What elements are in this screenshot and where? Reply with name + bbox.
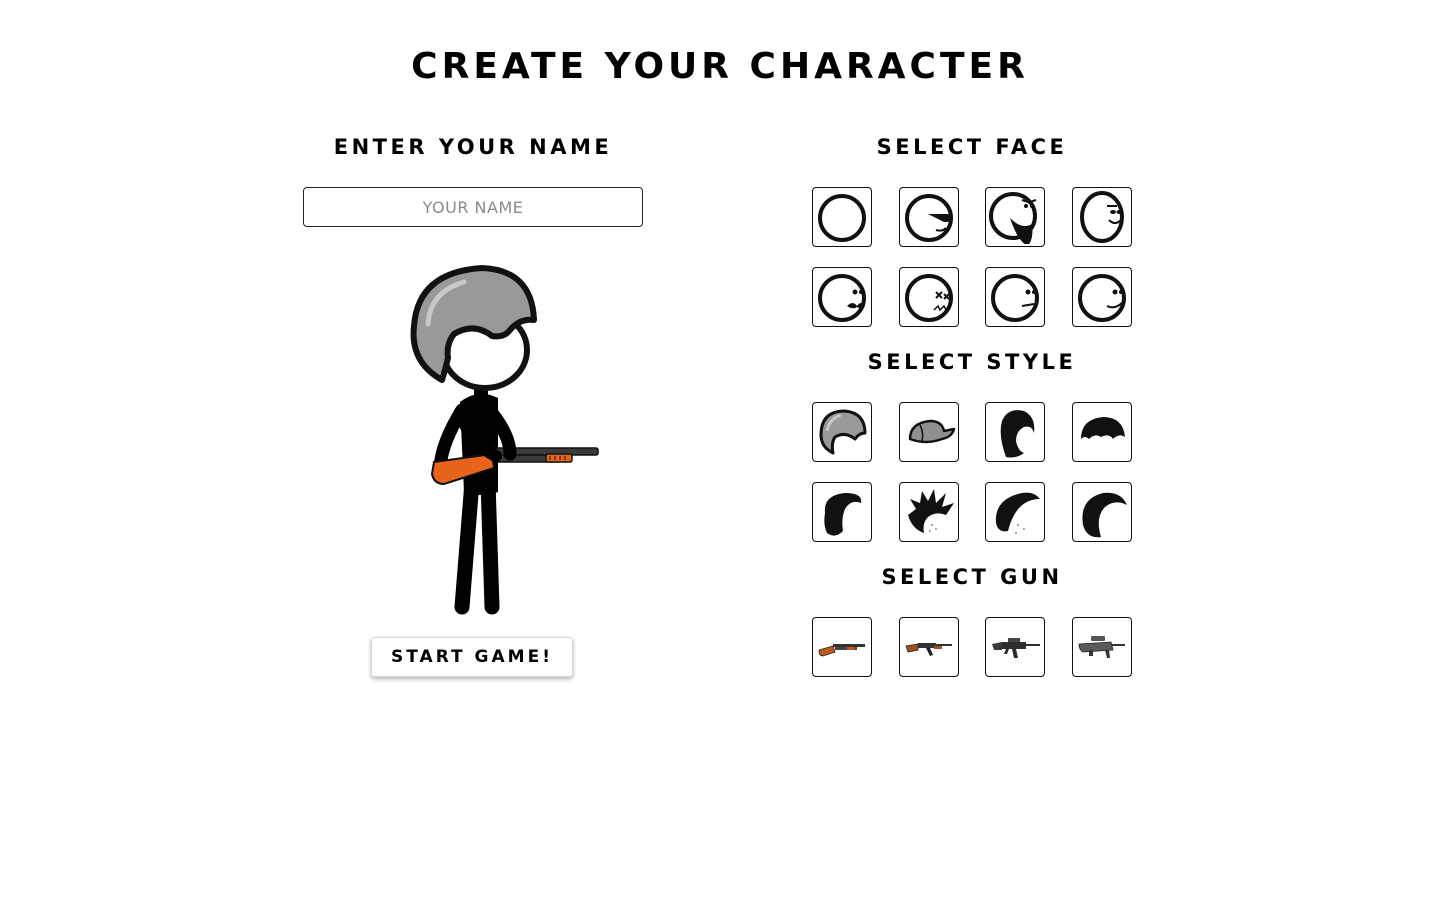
face-option-8[interactable] [1071, 267, 1132, 327]
spiky-hair-icon [907, 489, 954, 533]
face-options-grid [812, 187, 1134, 327]
name-input[interactable] [303, 187, 643, 227]
style-option-5[interactable] [812, 482, 872, 542]
face-section-heading: SELECT FACE [876, 135, 1068, 159]
style-option-2[interactable] [898, 402, 959, 462]
start-game-button[interactable]: START GAME! [371, 637, 573, 677]
style-option-3[interactable] [985, 402, 1045, 462]
mustache-face-icon [818, 274, 866, 322]
gun-option-4[interactable] [1071, 617, 1132, 677]
face-option-3[interactable] [985, 187, 1045, 247]
face-option-1[interactable] [812, 187, 872, 247]
gun-option-2[interactable] [898, 617, 959, 677]
style-option-1[interactable] [812, 402, 872, 462]
blank-face-icon [818, 194, 866, 242]
character-preview [400, 262, 610, 622]
assault-rifle-icon [992, 638, 1040, 658]
ak-rifle-icon [904, 643, 952, 656]
style-option-6[interactable] [898, 482, 959, 542]
style-option-8[interactable] [1071, 482, 1132, 542]
gun-option-3[interactable] [985, 617, 1045, 677]
smiling-face-icon [1079, 191, 1124, 243]
style-option-4[interactable] [1071, 402, 1132, 462]
style-option-7[interactable] [985, 482, 1045, 542]
name-section-heading: ENTER YOUR NAME [333, 135, 613, 159]
sunglasses-face-icon [904, 194, 953, 242]
stick-figure-icon [410, 265, 599, 615]
face-option-5[interactable] [812, 267, 872, 327]
dead-x-eyes-face-icon [904, 274, 953, 322]
shotgun-icon [818, 644, 865, 657]
cap-icon [908, 419, 955, 444]
gun-options-grid [812, 617, 1134, 677]
face-option-2[interactable] [898, 187, 959, 247]
bowl-hair-icon [1080, 417, 1125, 439]
long-hair-icon [1000, 410, 1035, 458]
face-option-4[interactable] [1071, 187, 1132, 247]
gun-option-1[interactable] [812, 617, 872, 677]
smirk-face-icon [1077, 274, 1126, 322]
neutral-face-icon [991, 274, 1039, 322]
style-section-heading: SELECT STYLE [867, 350, 1077, 374]
flip-hair-icon [1081, 492, 1127, 538]
mohawk-hair-icon [995, 492, 1040, 534]
bullpup-rifle-icon [1078, 636, 1125, 658]
bearded-face-icon [989, 192, 1037, 244]
style-options-grid [812, 402, 1134, 542]
page-title: CREATE YOUR CHARACTER [411, 46, 1029, 87]
swoop-hair-icon [824, 493, 862, 536]
face-option-7[interactable] [985, 267, 1045, 327]
helmet-icon [819, 409, 867, 455]
face-option-6[interactable] [898, 267, 959, 327]
gun-section-heading: SELECT GUN [881, 565, 1063, 589]
